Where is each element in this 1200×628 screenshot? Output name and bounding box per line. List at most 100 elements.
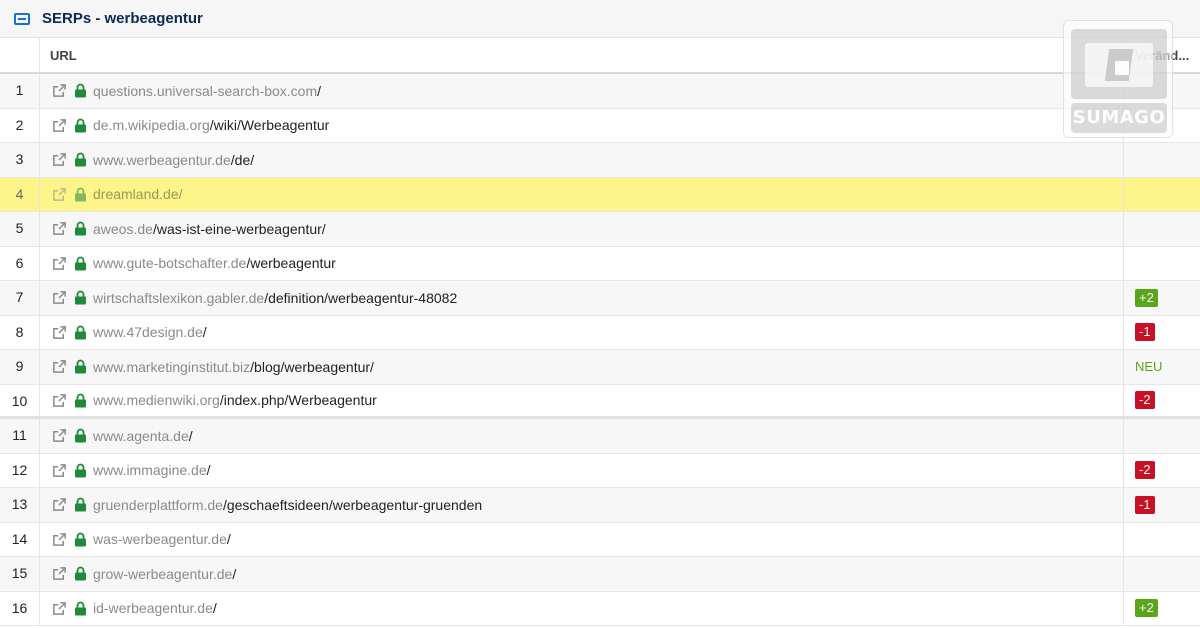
url-domain[interactable]: de.m.wikipedia.org [93,117,210,133]
table-row[interactable]: 14 was-werbeagentur.de / [0,522,1200,557]
url-path[interactable]: / [207,462,211,478]
url-cell: dreamland.de / [52,178,183,212]
external-link-icon[interactable] [52,393,67,408]
lock-icon [74,497,87,512]
external-link-icon[interactable] [52,532,67,547]
url-path[interactable]: /definition/werbeagentur-48082 [264,290,457,306]
url-path[interactable]: / [227,531,231,547]
table-row[interactable]: 15 grow-werbeagentur.de / [0,557,1200,592]
rank-number: 6 [0,246,40,280]
watermark-text: SUMAGO [1071,103,1167,133]
rank-change-badge: +2 [1135,288,1158,307]
external-link-icon[interactable] [52,221,67,236]
url-path[interactable]: /index.php/Werbeagentur [220,392,377,408]
lock-icon [74,83,87,98]
url-domain[interactable]: www.marketinginstitut.biz [93,359,250,375]
url-cell: was-werbeagentur.de / [52,523,231,557]
url-path[interactable]: / [213,600,217,616]
rank-change-badge: -2 [1135,391,1155,410]
table-row[interactable]: 2 de.m.wikipedia.org/wiki/Werbeagentur [0,108,1200,143]
change-cell [1123,212,1200,246]
rank-number: 3 [0,143,40,177]
url-cell: id-werbeagentur.de / [52,592,217,626]
change-cell: +2 [1123,591,1200,625]
rank-change-badge: -2 [1135,461,1155,480]
header-rank-column [0,38,40,72]
change-cell [1123,246,1200,280]
change-cell [1123,143,1200,177]
url-path[interactable]: / [179,186,183,202]
external-link-icon[interactable] [52,601,67,616]
url-domain[interactable]: questions.universal-search-box.com [93,83,317,99]
lock-icon [74,393,87,408]
external-link-icon[interactable] [52,463,67,478]
change-cell [1123,177,1200,211]
external-link-icon[interactable] [52,256,67,271]
rank-number: 15 [0,557,40,591]
url-domain[interactable]: www.gute-botschafter.de [93,255,246,271]
table-row[interactable]: 5 aweos.de/was-ist-eine-werbeagentur/ [0,212,1200,247]
url-domain[interactable]: www.agenta.de [93,428,189,444]
table-row[interactable]: 3 www.werbeagentur.de/de/ [0,143,1200,178]
url-domain[interactable]: aweos.de [93,221,153,237]
external-link-icon[interactable] [52,83,67,98]
external-link-icon[interactable] [52,187,67,202]
url-domain[interactable]: gruenderplattform.de [93,497,223,513]
url-domain[interactable]: id-werbeagentur.de [93,600,213,616]
rank-number: 1 [0,74,40,108]
lock-icon [74,187,87,202]
watermark-logo-icon [1071,29,1167,99]
table-row[interactable]: 4 dreamland.de / [0,177,1200,212]
url-domain[interactable]: was-werbeagentur.de [93,531,227,547]
external-link-icon[interactable] [52,152,67,167]
external-link-icon[interactable] [52,566,67,581]
url-path[interactable]: /de/ [231,152,254,168]
external-link-icon[interactable] [52,497,67,512]
url-cell: gruenderplattform.de/geschaeftsideen/wer… [52,488,482,522]
table-row[interactable]: 16 id-werbeagentur.de / +2 [0,591,1200,626]
url-domain[interactable]: www.immagine.de [93,462,207,478]
table-row[interactable]: 13 gruenderplattform.de/geschaeftsideen/w… [0,488,1200,523]
url-path[interactable]: / [203,324,207,340]
url-cell: www.gute-botschafter.de/werbeagentur [52,247,336,281]
external-link-icon[interactable] [52,428,67,443]
url-path[interactable]: /geschaeftsideen/werbeagentur-gruenden [223,497,482,513]
table-header: URL Veränd... [0,38,1200,74]
url-path[interactable]: /wiki/Werbeagentur [210,117,330,133]
url-domain[interactable]: www.werbeagentur.de [93,152,231,168]
rank-change-badge: -1 [1135,323,1155,342]
url-path[interactable]: /blog/werbeagentur/ [250,359,374,375]
lock-icon [74,325,87,340]
header-url[interactable]: URL [50,38,77,72]
lock-icon [74,290,87,305]
url-domain[interactable]: www.47design.de [93,324,203,340]
rank-number: 2 [0,108,40,142]
url-domain[interactable]: dreamland.de [93,186,179,202]
external-link-icon[interactable] [52,118,67,133]
url-domain[interactable]: www.medienwiki.org [93,392,220,408]
url-cell: www.werbeagentur.de/de/ [52,143,254,177]
table-row[interactable]: 12 www.immagine.de / -2 [0,453,1200,488]
table-row[interactable]: 1 questions.universal-search-box.com / [0,74,1200,109]
external-link-icon[interactable] [52,325,67,340]
url-domain[interactable]: wirtschaftslexikon.gabler.de [93,290,264,306]
rank-change-badge: NEU [1135,358,1163,374]
table-row[interactable]: 10 www.medienwiki.org/index.php/Werbeagen… [0,384,1200,419]
external-link-icon[interactable] [52,290,67,305]
table-row[interactable]: 8 www.47design.de / -1 [0,315,1200,350]
table-row[interactable]: 6 www.gute-botschafter.de/werbeagentur [0,246,1200,281]
url-path[interactable]: / [232,566,236,582]
url-path[interactable]: / [189,428,193,444]
external-link-icon[interactable] [52,359,67,374]
table-row[interactable]: 7 wirtschaftslexikon.gabler.de/definition… [0,281,1200,316]
panel-title: SERPs - werbeagentur [42,10,203,27]
change-cell: -1 [1123,315,1200,349]
url-path[interactable]: / [317,83,321,99]
url-path[interactable]: /was-ist-eine-werbeagentur/ [153,221,326,237]
lock-icon [74,152,87,167]
table-row[interactable]: 9 www.marketinginstitut.biz/blog/werbeage… [0,350,1200,385]
url-path[interactable]: /werbeagentur [246,255,336,271]
url-cell: grow-werbeagentur.de / [52,557,236,591]
url-domain[interactable]: grow-werbeagentur.de [93,566,232,582]
table-row[interactable]: 11 www.agenta.de / [0,419,1200,454]
